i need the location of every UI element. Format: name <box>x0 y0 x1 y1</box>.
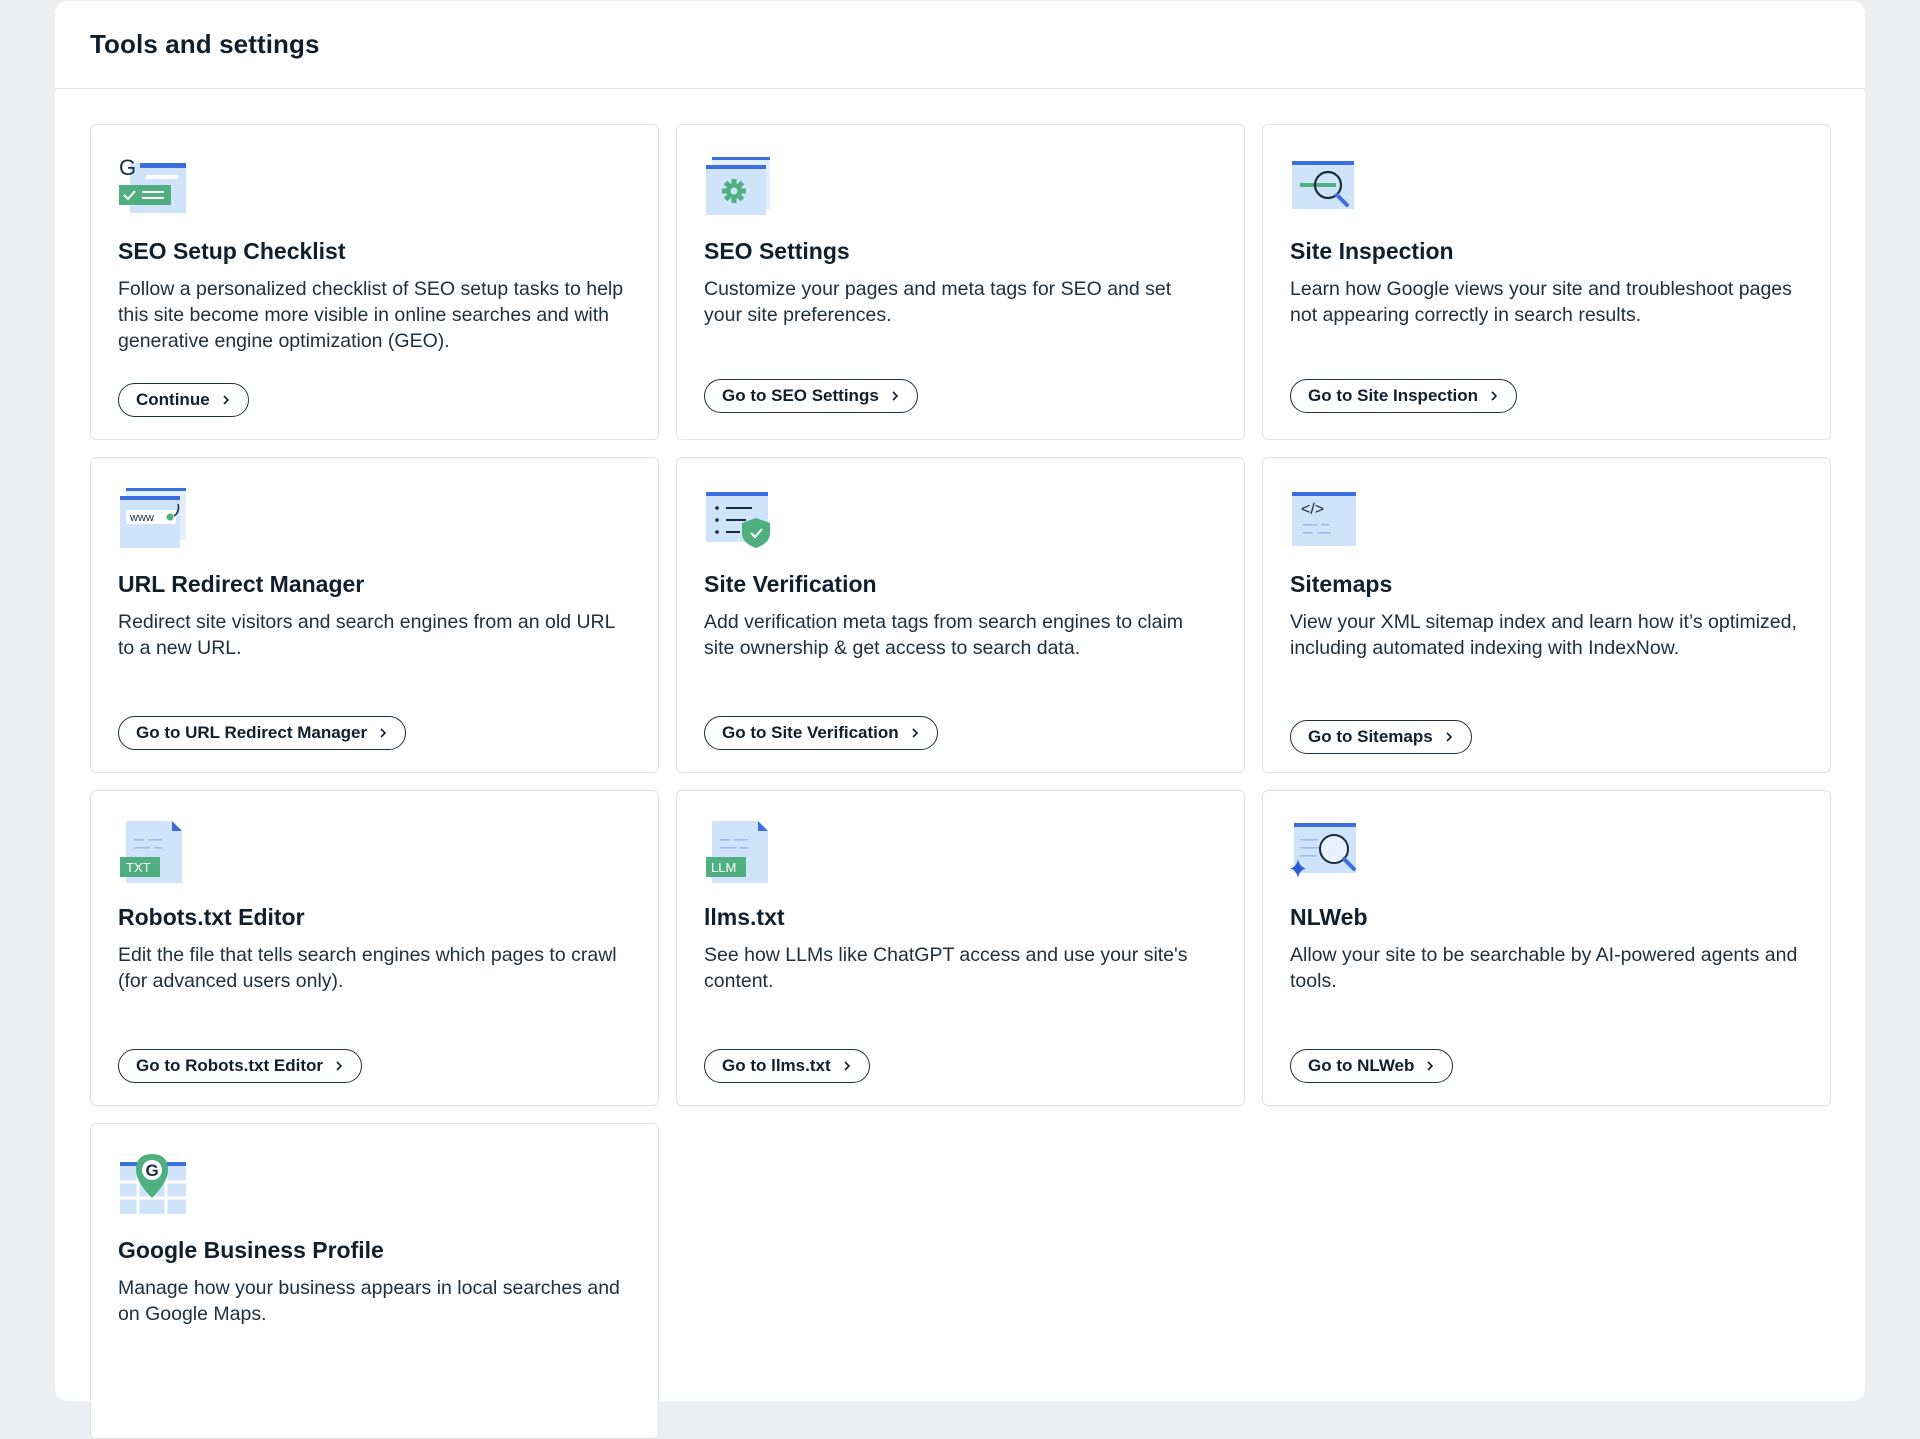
button-label: Go to Site Inspection <box>1308 386 1479 405</box>
site-inspection-magnifier-icon <box>1292 161 1354 209</box>
card-seo-settings: SEO Settings Customize your pages and me… <box>676 124 1245 440</box>
card-description: Learn how Google views your site and tro… <box>1290 278 1792 326</box>
button-label: Go to NLWeb <box>1308 1056 1415 1075</box>
button-label: Go to URL Redirect Manager <box>136 723 368 742</box>
go-to-site-verification-button[interactable]: Go to Site Verification <box>704 716 938 750</box>
button-label: Go to llms.txt <box>722 1056 831 1075</box>
page-title: Tools and settings <box>90 29 320 59</box>
svg-text:LLM: LLM <box>711 860 736 875</box>
card-llms-txt: LLM llms.txt See how LLMs like ChatGPT a… <box>676 790 1245 1106</box>
button-label: Go to Site Verification <box>722 723 899 742</box>
chevron-right-icon <box>336 1061 343 1071</box>
svg-text:G: G <box>119 155 136 180</box>
go-to-robots-txt-editor-button[interactable]: Go to Robots.txt Editor <box>118 1049 362 1083</box>
chevron-right-icon <box>892 391 898 401</box>
chevron-right-icon <box>380 728 387 738</box>
txt-file-icon: TXT <box>120 821 182 883</box>
chevron-right-icon <box>1427 1061 1434 1071</box>
card-description: Allow your site to be searchable by AI-p… <box>1290 944 1798 992</box>
svg-text:G: G <box>146 1161 159 1180</box>
button-label: Go to Sitemaps <box>1308 727 1433 746</box>
card-description: View your XML sitemap index and learn ho… <box>1290 611 1797 659</box>
svg-text:www: www <box>129 512 154 524</box>
go-to-url-redirect-manager-button[interactable]: Go to URL Redirect Manager <box>118 716 407 750</box>
sitemaps-code-icon: </> <box>1292 492 1356 546</box>
card-nlweb: NLWeb Allow your site to be searchable b… <box>1262 790 1831 1106</box>
card-seo-setup-checklist: G SEO Setup Checklist Follow a personali… <box>90 124 659 440</box>
chevron-right-icon <box>912 728 918 738</box>
card-url-redirect-manager: www URL Redirect Manager Redirect site v… <box>90 457 659 773</box>
url-redirect-icon: www <box>120 488 186 548</box>
go-to-llms-txt-button[interactable]: Go to llms.txt <box>704 1049 870 1083</box>
card-title: Sitemaps <box>1290 571 1393 597</box>
svg-text:TXT: TXT <box>126 860 151 875</box>
card-description: Redirect site visitors and search engine… <box>118 611 615 659</box>
go-to-sitemaps-button[interactable]: Go to Sitemaps <box>1290 720 1472 754</box>
button-label: Go to SEO Settings <box>722 386 879 405</box>
go-to-seo-settings-button[interactable]: Go to SEO Settings <box>704 379 918 413</box>
card-title: NLWeb <box>1290 904 1368 930</box>
chevron-right-icon <box>1446 732 1452 742</box>
go-to-site-inspection-button[interactable]: Go to Site Inspection <box>1290 379 1518 413</box>
card-description: Manage how your business appears in loca… <box>118 1277 620 1325</box>
card-title: Site Verification <box>704 571 877 597</box>
card-title: Robots.txt Editor <box>118 904 305 930</box>
tools-panel: Tools and settings G SEO Setup Checklist… <box>55 1 1865 1439</box>
seo-checklist-icon: G <box>119 155 186 213</box>
card-description: Follow a personalized checklist of SEO s… <box>118 278 624 352</box>
nlweb-search-sparkle-icon <box>1290 823 1356 878</box>
svg-text:</>: </> <box>1301 501 1324 518</box>
card-google-business-profile: G Google Business Profile Manage how you… <box>90 1123 659 1439</box>
card-description: See how LLMs like ChatGPT access and use… <box>704 944 1188 992</box>
card-description: Edit the file that tells search engines … <box>118 944 617 992</box>
panel-header: Tools and settings <box>55 1 1865 89</box>
chevron-right-icon <box>1491 391 1498 401</box>
card-description: Customize your pages and meta tags for S… <box>704 278 1172 326</box>
card-robots-txt-editor: TXT Robots.txt Editor Edit the file that… <box>90 790 659 1106</box>
button-label: Go to Robots.txt Editor <box>136 1056 323 1075</box>
continue-button[interactable]: Continue <box>118 383 249 417</box>
card-title: SEO Settings <box>704 238 850 264</box>
llm-file-icon: LLM <box>706 821 768 883</box>
card-description: Add verification meta tags from search e… <box>704 611 1184 659</box>
card-sitemaps: </> Sitemaps View your XML sitemap index… <box>1262 457 1831 773</box>
card-site-inspection: Site Inspection Learn how Google views y… <box>1262 124 1831 440</box>
chevron-right-icon <box>844 1061 850 1071</box>
go-to-nlweb-button[interactable]: Go to NLWeb <box>1290 1049 1454 1083</box>
site-verification-shield-icon <box>706 492 770 548</box>
card-title: Site Inspection <box>1290 238 1454 264</box>
chevron-right-icon <box>223 395 229 405</box>
card-site-verification: Site Verification Add verification meta … <box>676 457 1245 773</box>
tools-grid: G SEO Setup Checklist Follow a personali… <box>90 124 1831 1439</box>
card-title: llms.txt <box>704 904 785 930</box>
card-title: URL Redirect Manager <box>118 571 365 597</box>
card-title: SEO Setup Checklist <box>118 238 346 264</box>
google-map-pin-icon: G <box>120 1154 186 1214</box>
seo-settings-gear-icon <box>706 157 770 215</box>
card-title: Google Business Profile <box>118 1237 384 1263</box>
button-label: Continue <box>136 390 210 409</box>
